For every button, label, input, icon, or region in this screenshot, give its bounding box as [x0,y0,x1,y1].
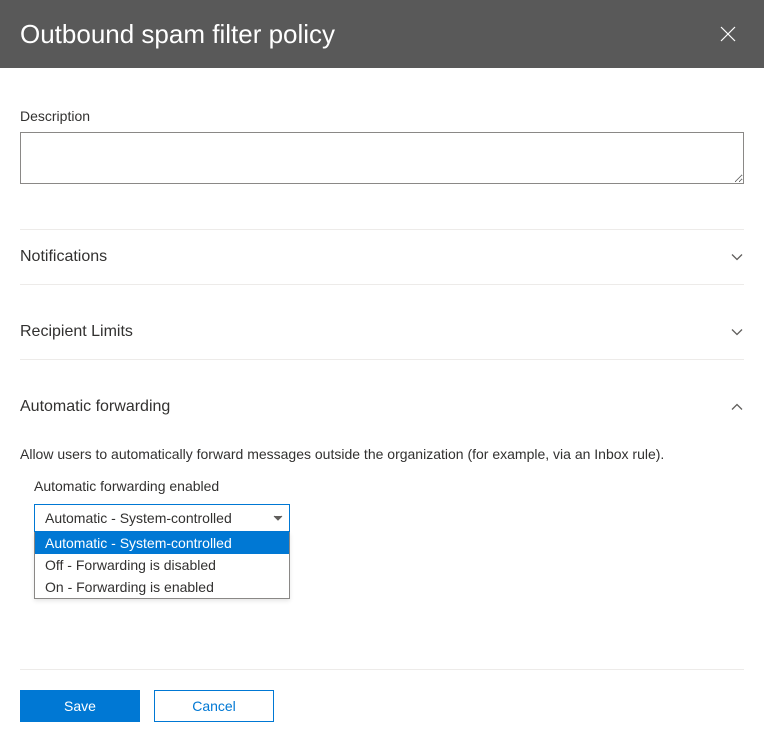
panel-header: Outbound spam filter policy [0,0,764,68]
cancel-button[interactable]: Cancel [154,690,274,722]
automatic-forwarding-desc: Allow users to automatically forward mes… [20,446,744,462]
chevron-down-icon [730,250,744,264]
divider [20,669,744,670]
dropdown-option[interactable]: Automatic - System-controlled [35,532,289,554]
select-box[interactable]: Automatic - System-controlled [34,504,290,532]
automatic-forwarding-select[interactable]: Automatic - System-controlled Automatic … [34,504,290,532]
automatic-forwarding-field-label: Automatic forwarding enabled [34,478,744,494]
select-value: Automatic - System-controlled [45,510,232,526]
dropdown-option[interactable]: Off - Forwarding is disabled [35,554,289,576]
section-title-recipient-limits: Recipient Limits [20,323,133,341]
dropdown-list: Automatic - System-controlled Off - Forw… [34,532,290,599]
section-recipient-limits[interactable]: Recipient Limits [20,305,744,359]
description-field: Description [20,108,744,189]
panel-content: Description Notifications Recipient Limi… [0,68,764,532]
automatic-forwarding-body: Allow users to automatically forward mes… [20,446,744,532]
chevron-down-icon [273,510,283,526]
section-automatic-forwarding[interactable]: Automatic forwarding [20,380,744,434]
panel-footer: Save Cancel [20,690,274,722]
description-label: Description [20,108,744,124]
section-title-automatic-forwarding: Automatic forwarding [20,398,170,416]
save-button[interactable]: Save [20,690,140,722]
section-notifications[interactable]: Notifications [20,230,744,284]
description-input[interactable] [20,132,744,184]
chevron-up-icon [730,400,744,414]
chevron-down-icon [730,325,744,339]
panel-title: Outbound spam filter policy [20,19,335,50]
section-title-notifications: Notifications [20,248,107,266]
dropdown-option[interactable]: On - Forwarding is enabled [35,576,289,598]
close-button[interactable] [712,18,744,50]
close-icon [720,26,736,42]
